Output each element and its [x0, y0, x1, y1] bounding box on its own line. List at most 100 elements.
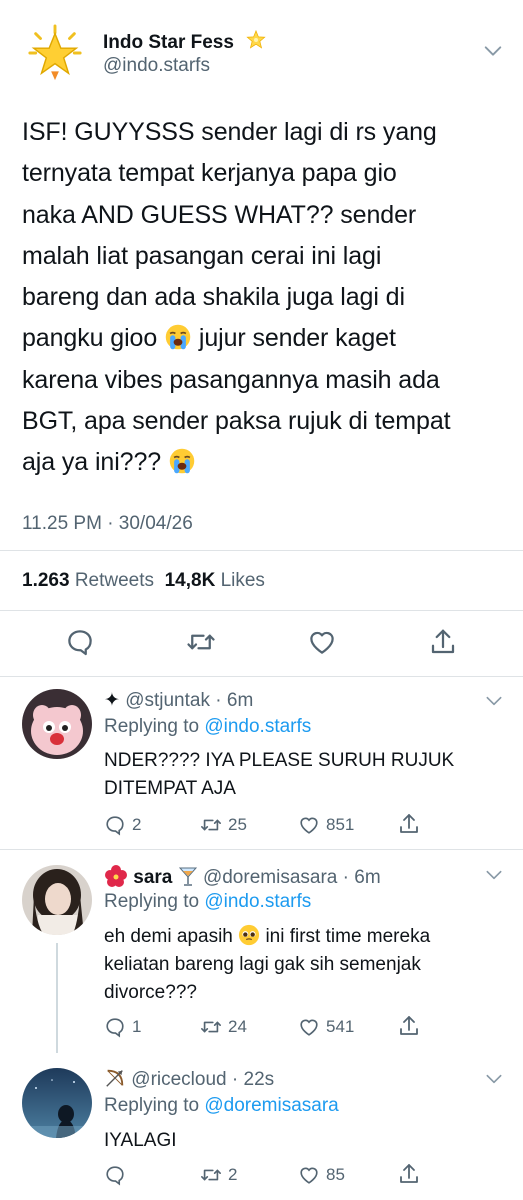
reply-time[interactable]: · 6m: [343, 867, 381, 888]
replying-to-link[interactable]: @doremisasara: [204, 1095, 338, 1116]
replying-to-link[interactable]: @indo.starfs: [204, 891, 311, 912]
replying-to-label: Replying to: [104, 891, 200, 912]
reply-text-line: keliatan bareng lagi gak sih semenjak: [104, 954, 421, 975]
reply-text-line: NDER???? IYA PLEASE SURUH RUJUK: [104, 750, 455, 771]
reply-action-retweet[interactable]: 24: [200, 1015, 247, 1039]
reply-action-like[interactable]: 541: [298, 1015, 354, 1039]
replying-to-label: Replying to: [104, 1095, 200, 1116]
tweet-text-fragment: jujur sender kaget: [198, 324, 396, 353]
crying-face-emoji: [165, 325, 191, 350]
chevron-down-icon[interactable]: [484, 1069, 504, 1089]
reply-action-like[interactable]: 851: [298, 813, 354, 837]
author-name-text[interactable]: Indo Star Fess: [103, 32, 234, 53]
reply-action-reply[interactable]: [104, 1163, 132, 1187]
reply-icon[interactable]: [104, 1164, 126, 1186]
tweet-text-line: ISF! GUYYSSS sender lagi di rs yang: [22, 118, 437, 146]
reply-author-handle[interactable]: @doremisasara: [203, 867, 337, 888]
tweet-text-line: naka AND GUESS WHAT?? sender: [22, 200, 417, 229]
reply-text: eh demi apasih ini first time mereka kel…: [104, 923, 504, 1007]
reply-text-line: eh demi apasih ini first time mereka: [104, 923, 504, 951]
avatar[interactable]: [22, 689, 92, 759]
reply-time[interactable]: · 22s: [232, 1069, 274, 1090]
reply-time[interactable]: · 6m: [215, 690, 253, 711]
retweet-count: 2: [228, 1165, 238, 1184]
share-icon[interactable]: [397, 1014, 421, 1038]
reply-icon[interactable]: [104, 1016, 126, 1038]
retweet-icon[interactable]: [200, 814, 222, 836]
share-icon[interactable]: [397, 1162, 421, 1186]
reply-author-handle[interactable]: @stjuntak: [125, 690, 210, 711]
reply-tweet[interactable]: ✦ @stjuntak · 6m Replying to @indo.starf…: [0, 677, 523, 850]
chevron-down-icon[interactable]: [484, 691, 504, 711]
reply-action-reply[interactable]: 2: [104, 813, 141, 837]
avatar[interactable]: [22, 1068, 92, 1138]
reply-action-retweet[interactable]: 25: [200, 813, 247, 837]
chevron-down-icon[interactable]: [482, 40, 504, 62]
tweet-text-fragment: aja ya ini???: [22, 448, 162, 477]
retweet-count: 24: [228, 1017, 247, 1036]
reply-text: NDER???? IYA PLEASE SURUH RUJUK DITEMPAT…: [104, 747, 504, 803]
like-icon[interactable]: [298, 1016, 320, 1038]
likes-label[interactable]: Likes: [221, 570, 265, 591]
tweet-text-line: ternyata tempat kerjanya papa gio: [22, 159, 397, 188]
divider: [0, 849, 523, 850]
bow-arrow-emoji: [106, 1069, 124, 1087]
like-icon[interactable]: [298, 1164, 320, 1186]
tweet-text-line: karena vibes pasangannya masih ada: [22, 365, 440, 394]
reply-header: ✦ @stjuntak · 6m: [104, 689, 253, 712]
reply-tweet[interactable]: @ricecloud · 22s Replying to @doremisasa…: [0, 1055, 523, 1200]
share-icon[interactable]: [397, 812, 421, 836]
reply-tweet[interactable]: sara @doremisasara · 6m Replying to @ind…: [0, 851, 523, 1053]
retweets-label[interactable]: Retweets: [75, 570, 154, 591]
replying-to-label: Replying to: [104, 716, 200, 737]
replying-to: Replying to @indo.starfs: [104, 716, 311, 738]
like-icon[interactable]: [307, 627, 337, 657]
reply-author-prefix[interactable]: ✦: [104, 690, 120, 711]
tweet-stats: 1.263 Retweets 14,8K Likes: [22, 570, 265, 592]
author-handle[interactable]: @indo.starfs: [103, 55, 210, 77]
reply-text-fragment: ini first time mereka: [265, 926, 431, 947]
star-icon[interactable]: [26, 24, 84, 82]
retweets-count[interactable]: 1.263: [22, 570, 70, 591]
reply-header: @ricecloud · 22s: [104, 1067, 274, 1091]
hibiscus-emoji: [105, 865, 127, 887]
retweet-icon[interactable]: [200, 1016, 222, 1038]
reply-action-like[interactable]: 85: [298, 1163, 345, 1187]
tweet-text-line: bareng dan ada shakila juga lagi di: [22, 283, 405, 312]
like-icon[interactable]: [298, 814, 320, 836]
crying-face-emoji: [169, 449, 195, 474]
reply-action-reply[interactable]: 1: [104, 1015, 141, 1039]
tweet-text-line: BGT, apa sender paksa rujuk di tempat: [22, 407, 451, 436]
reply-header: sara @doremisasara · 6m: [104, 864, 381, 889]
avatar[interactable]: [22, 865, 92, 935]
like-count: 85: [326, 1165, 345, 1184]
tweet-text-line: malah liat pasangan cerai ini lagi: [22, 241, 382, 270]
tweet-timestamp[interactable]: 11.25 PM · 30/04/26: [22, 513, 193, 535]
like-count: 851: [326, 815, 355, 834]
reply-text: IYALAGI: [104, 1127, 504, 1155]
cocktail-emoji: [178, 867, 197, 886]
reply-author-name[interactable]: sara: [133, 867, 172, 888]
divider: [0, 550, 523, 551]
likes-count[interactable]: 14,8K: [165, 570, 216, 591]
reply-author-handle[interactable]: @ricecloud: [131, 1069, 226, 1090]
thread-line: [56, 943, 58, 1053]
replying-to: Replying to @indo.starfs: [104, 891, 311, 913]
tweet-text-fragment: pangku gioo: [22, 324, 158, 353]
tweet-text-line: aja ya ini???: [22, 442, 512, 483]
reply-text-line: IYALAGI: [104, 1130, 177, 1151]
reply-icon[interactable]: [104, 814, 126, 836]
retweet-icon[interactable]: [200, 1164, 222, 1186]
reply-action-retweet[interactable]: 2: [200, 1163, 237, 1187]
retweet-icon[interactable]: [186, 627, 216, 657]
tweet-text: ISF! GUYYSSS sender lagi di rs yang tern…: [22, 112, 512, 484]
chevron-down-icon[interactable]: [484, 865, 504, 885]
like-count: 541: [326, 1017, 355, 1036]
reply-icon[interactable]: [65, 627, 95, 657]
reply-count: 1: [132, 1017, 142, 1036]
replying-to-link[interactable]: @indo.starfs: [204, 716, 311, 737]
author-name[interactable]: Indo Star Fess: [103, 29, 267, 54]
share-icon[interactable]: [428, 627, 458, 657]
star-icon: [246, 29, 266, 49]
tweet-text-line: pangku gioo jujur sender kaget: [22, 318, 512, 359]
